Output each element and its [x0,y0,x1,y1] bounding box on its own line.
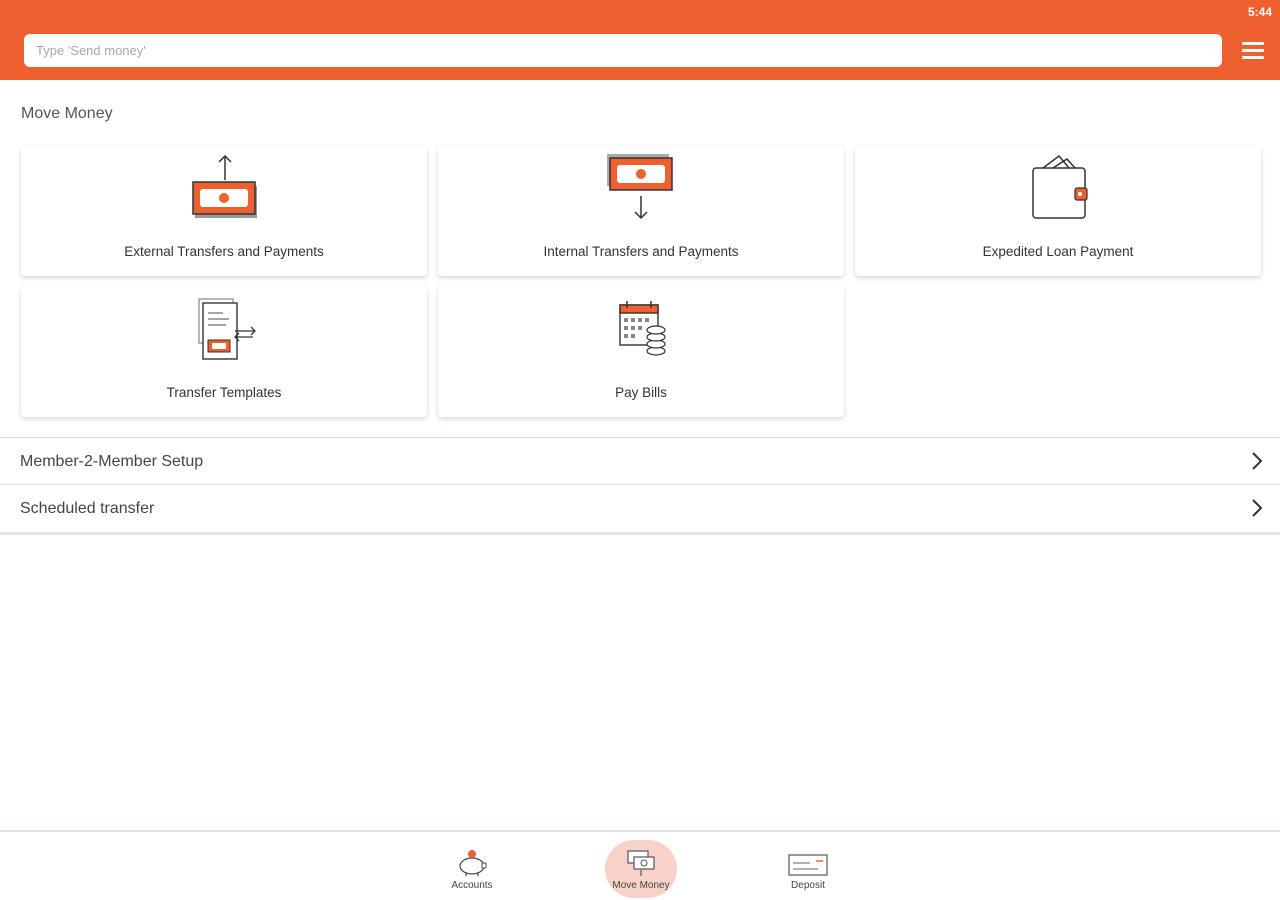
tile-external-transfers[interactable]: External Transfers and Payments [21,146,427,276]
transfer-template-icon [198,298,256,360]
list-item-label: Scheduled transfer [20,500,155,517]
tile-transfer-templates[interactable]: Transfer Templates [21,287,427,417]
nav-label: Accounts [451,880,493,891]
nav-item-accounts[interactable]: Accounts [427,842,517,900]
tile-label: Expedited Loan Payment [982,244,1134,259]
nav-label: Move Money [612,880,670,891]
internal-transfer-icon [607,154,673,220]
nav-item-deposit[interactable]: Deposit [763,842,853,900]
list-divider [0,532,1280,535]
list-item-scheduled-transfer[interactable]: Scheduled transfer [0,484,1280,531]
tile-label: External Transfers and Payments [124,244,324,259]
piggy-bank-icon [459,850,487,876]
wallet-icon [1032,154,1088,219]
list-item-member-2-member-setup[interactable]: Member-2-Member Setup [0,437,1280,484]
tile-label: Internal Transfers and Payments [543,244,739,259]
tile-internal-transfers[interactable]: Internal Transfers and Payments [438,146,844,276]
hamburger-menu-icon[interactable] [1242,42,1264,60]
nav-label: Deposit [791,880,825,891]
nav-item-move-money[interactable]: Move Money [596,842,686,900]
move-money-icon [627,850,655,876]
search-input[interactable] [24,34,1222,67]
tile-label: Transfer Templates [166,385,282,400]
external-transfer-icon [192,154,257,218]
bottom-nav: Accounts Move Money Deposit [0,830,1280,900]
tile-pay-bills[interactable]: Pay Bills [438,287,844,417]
tile-expedited-loan-payment[interactable]: Expedited Loan Payment [855,146,1261,276]
section-title: Move Money [21,105,113,122]
chevron-right-icon [1252,452,1263,470]
list-item-label: Member-2-Member Setup [20,453,204,470]
status-time: 5:44 [1247,5,1272,19]
tile-label: Pay Bills [615,385,667,400]
pay-bills-icon [619,301,666,356]
app-header: 5:44 [0,0,1280,80]
check-deposit-icon [788,854,828,876]
chevron-right-icon [1252,499,1263,517]
